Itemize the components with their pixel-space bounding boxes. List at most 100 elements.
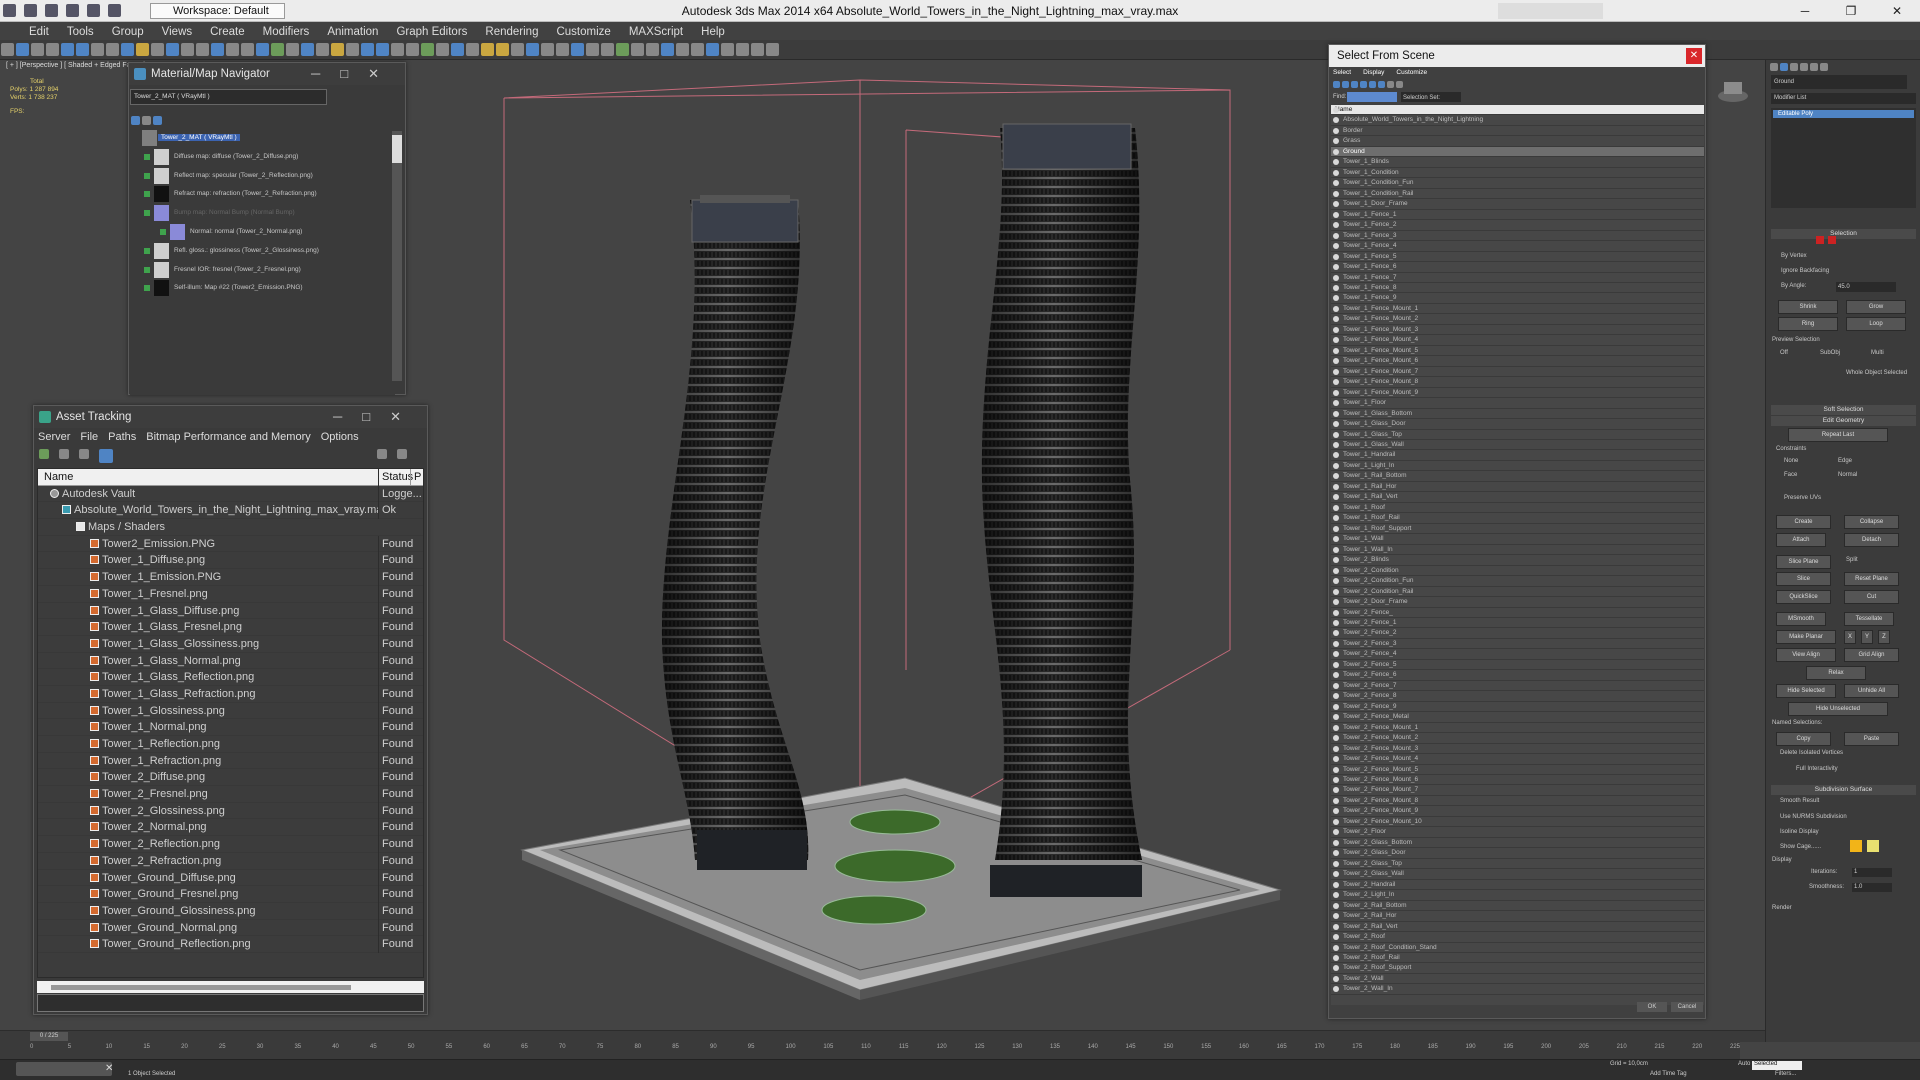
toolbar-button-icon[interactable] — [556, 43, 569, 56]
scene-object-item[interactable]: Tower_1_Roof_Support — [1331, 524, 1704, 535]
scene-object-item[interactable]: Tower_2_Fence_6 — [1331, 670, 1704, 681]
asset-row[interactable]: Tower_1_Glass_Glossiness.png Found — [38, 635, 423, 653]
matnav-map-item[interactable]: Refract map: refraction (Tower_2_Refract… — [130, 185, 395, 204]
scene-object-item[interactable]: Tower_1_Handrail — [1331, 450, 1704, 461]
asset-row[interactable]: Tower_1_Fresnel.png Found — [38, 585, 423, 603]
cage-selection-color-swatch[interactable] — [1867, 840, 1879, 852]
display-tab-icon[interactable] — [1810, 63, 1818, 71]
reset-plane-button[interactable]: Reset Plane — [1844, 572, 1899, 586]
edit-geometry-rollout[interactable]: Edit Geometry — [1771, 416, 1916, 426]
scene-object-item[interactable]: Tower_1_Floor — [1331, 398, 1704, 409]
toolbar-button-icon[interactable] — [241, 43, 254, 56]
asset-window-buttons[interactable]: ─□✕ — [333, 406, 421, 428]
iterations-spinner[interactable]: 1 — [1852, 868, 1892, 877]
menu-edit[interactable]: Edit — [20, 22, 58, 40]
asset-row[interactable]: Tower_1_Glass_Diffuse.png Found — [38, 602, 423, 620]
settings-icon[interactable] — [397, 449, 408, 459]
toolbar-button-icon[interactable] — [601, 43, 614, 56]
preview-off-radio[interactable]: Off — [1780, 350, 1788, 356]
save-file-icon[interactable] — [66, 4, 80, 17]
scene-object-item[interactable]: Tower_1_Fence_8 — [1331, 283, 1704, 294]
asset-titlebar[interactable]: Asset Tracking ─□✕ — [34, 406, 427, 428]
add-time-tag-button[interactable]: Add Time Tag — [1650, 1071, 1687, 1077]
scene-object-item[interactable]: Tower_2_Fence_Mount_9 — [1331, 806, 1704, 817]
menu-tools[interactable]: Tools — [58, 22, 103, 40]
toolbar-button-icon[interactable] — [181, 43, 194, 56]
toolbar-button-icon[interactable] — [121, 43, 134, 56]
toolbar-button-icon[interactable] — [16, 43, 29, 56]
asset-menu-bitmap-performance-and-memory[interactable]: Bitmap Performance and Memory — [146, 431, 310, 443]
scene-object-item[interactable]: Tower_2_Fence_Mount_2 — [1331, 733, 1704, 744]
table-view-icon[interactable] — [79, 449, 90, 459]
toolbar-button-icon[interactable] — [691, 43, 704, 56]
scene-object-item[interactable]: Tower_2_Roof_Condition_Stand — [1331, 943, 1704, 953]
matnav-scrollbar[interactable] — [392, 131, 402, 381]
modify-tab-icon[interactable] — [1780, 63, 1788, 71]
slice-plane-button[interactable]: Slice Plane — [1776, 555, 1831, 569]
scene-object-item[interactable]: Tower_2_Rail_Vert — [1331, 922, 1704, 933]
toolbar-button-icon[interactable] — [586, 43, 599, 56]
menu-rendering[interactable]: Rendering — [476, 22, 547, 40]
matnav-map-item[interactable]: Diffuse map: diffuse (Tower_2_Diffuse.pn… — [130, 148, 395, 167]
scene-object-item[interactable]: Tower_1_Fence_Mount_2 — [1331, 314, 1704, 325]
menu-modifiers[interactable]: Modifiers — [254, 22, 319, 40]
scene-object-item[interactable]: Tower_2_Floor — [1331, 827, 1704, 838]
hierarchy-tab-icon[interactable] — [1790, 63, 1798, 71]
list-view-icon[interactable] — [59, 449, 70, 459]
filter-shapes-icon[interactable] — [1342, 81, 1349, 88]
planar-y-button[interactable]: Y — [1861, 630, 1873, 644]
minimize-icon[interactable]: ─ — [1782, 0, 1828, 22]
matnav-window-buttons[interactable]: ─□✕ — [311, 63, 399, 85]
tree-view-icon[interactable] — [99, 449, 114, 463]
scene-object-item[interactable]: Tower_1_Fence_Mount_6 — [1331, 356, 1704, 367]
toolbar-button-icon[interactable] — [211, 43, 224, 56]
scene-object-item[interactable]: Tower_2_Glass_Bottom — [1331, 838, 1704, 849]
scene-titlebar[interactable]: Select From Scene ✕ — [1329, 45, 1705, 67]
scene-object-item[interactable]: Tower_2_Roof_Support — [1331, 963, 1704, 974]
asset-row[interactable]: Tower2_Emission.PNG Found — [38, 535, 423, 553]
scene-object-item[interactable]: Tower_2_Fence_Mount_4 — [1331, 754, 1704, 765]
toolbar-button-icon[interactable] — [406, 43, 419, 56]
toolbar-button-icon[interactable] — [226, 43, 239, 56]
new-file-icon[interactable] — [24, 4, 38, 17]
scene-object-item[interactable]: Tower_2_Door_Frame — [1331, 597, 1704, 608]
asset-menu-options[interactable]: Options — [321, 431, 359, 443]
scene-object-item[interactable]: Tower_1_Fence_4 — [1331, 241, 1704, 252]
scene-menu-customize[interactable]: Customize — [1396, 69, 1427, 76]
asset-row[interactable]: Tower_1_Refraction.png Found — [38, 752, 423, 770]
make-planar-button[interactable]: Make Planar — [1776, 630, 1836, 644]
toolbar-button-icon[interactable] — [481, 43, 494, 56]
toolbar-button-icon[interactable] — [706, 43, 719, 56]
scene-object-item[interactable]: Tower_2_Wall — [1331, 974, 1704, 985]
scene-object-item[interactable]: Tower_2_Glass_Top — [1331, 859, 1704, 870]
isoline-display-checkbox[interactable]: Isoline Display — [1780, 829, 1819, 835]
scene-object-item[interactable]: Tower_1_Condition_Rail — [1331, 189, 1704, 200]
unhide-all-button[interactable]: Unhide All — [1844, 684, 1899, 698]
scene-object-item[interactable]: Tower_2_Rail_Bottom — [1331, 901, 1704, 912]
cancel-button[interactable]: Cancel — [1671, 1002, 1703, 1012]
scene-object-item[interactable]: Tower_2_Light_In — [1331, 890, 1704, 901]
smoothness-spinner[interactable]: 1.0 — [1852, 883, 1892, 892]
asset-row[interactable]: Tower_2_Fresnel.png Found — [38, 786, 423, 803]
toolbar-button-icon[interactable] — [451, 43, 464, 56]
scene-object-item[interactable]: Tower_1_Condition — [1331, 168, 1704, 179]
constraint-edge-radio[interactable]: Edge — [1838, 458, 1852, 464]
by-angle-checkbox[interactable]: By Angle: — [1781, 283, 1806, 289]
toolbar-button-icon[interactable] — [616, 43, 629, 56]
toolbar-button-icon[interactable] — [316, 43, 329, 56]
scene-object-item[interactable]: Tower_2_Wall_In — [1331, 984, 1704, 995]
open-file-icon[interactable] — [45, 4, 59, 17]
relax-button[interactable]: Relax — [1806, 666, 1866, 680]
scene-object-item[interactable]: Tower_1_Glass_Door — [1331, 419, 1704, 430]
constraint-none-radio[interactable]: None — [1784, 458, 1798, 464]
asset-row[interactable]: Tower_1_Diffuse.png Found — [38, 552, 423, 570]
scene-object-item[interactable]: Tower_2_Roof_Rail — [1331, 953, 1704, 964]
planar-x-button[interactable]: X — [1844, 630, 1856, 644]
key-filter-dropdown[interactable]: Selected — [1752, 1061, 1802, 1070]
motion-tab-icon[interactable] — [1800, 63, 1808, 71]
scene-object-item[interactable]: Tower_2_Roof — [1331, 932, 1704, 943]
scene-object-item[interactable]: Tower_1_Fence_Mount_9 — [1331, 388, 1704, 399]
asset-row[interactable]: Tower_Ground_Normal.png Found — [38, 919, 423, 937]
menu-help[interactable]: Help — [692, 22, 734, 40]
scene-object-item[interactable]: Tower_2_Condition — [1331, 566, 1704, 577]
